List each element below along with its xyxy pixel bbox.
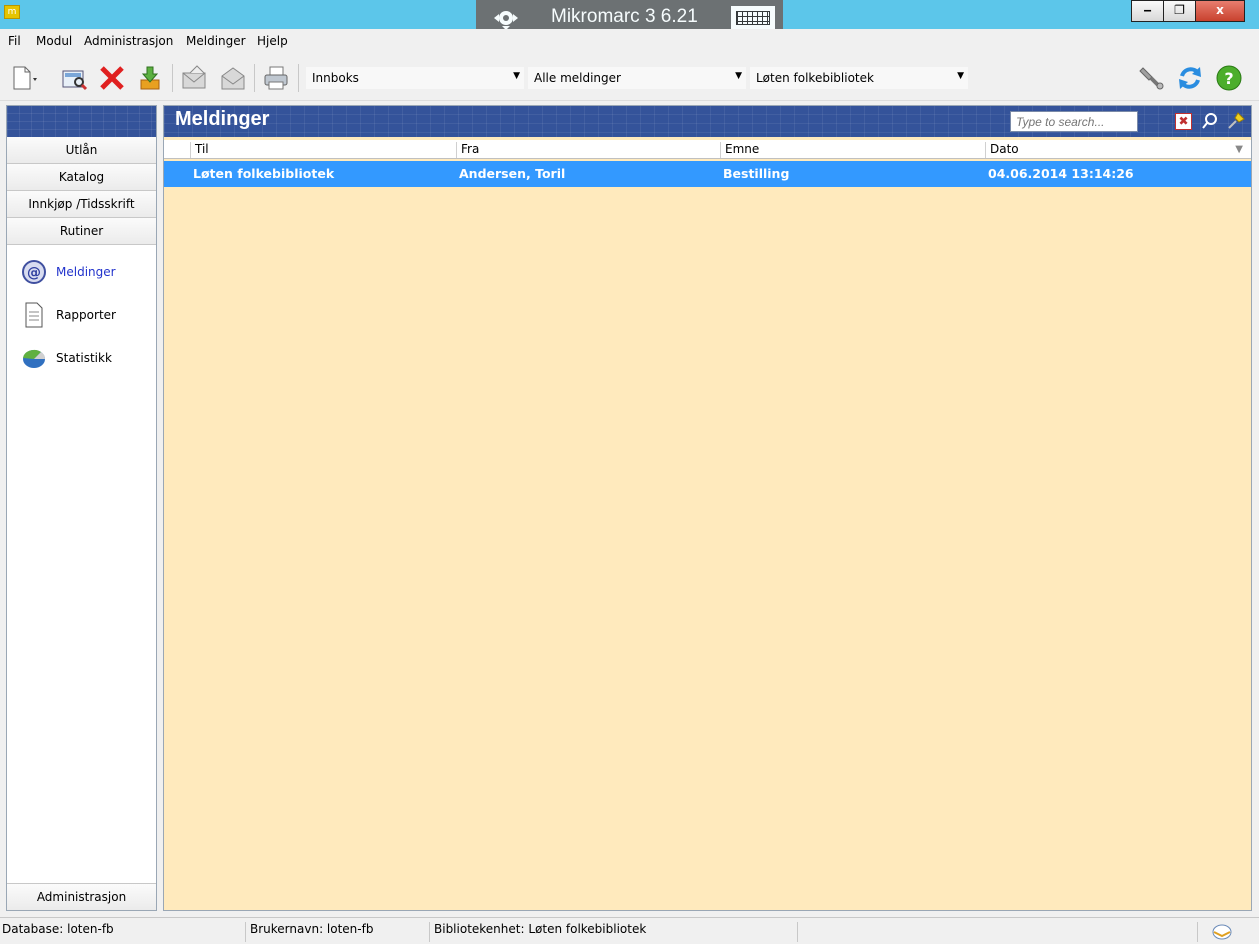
svg-text:?: ? xyxy=(1224,69,1233,88)
nav-button-rutiner[interactable]: Rutiner xyxy=(7,218,156,245)
nav-button-administrasjon[interactable]: Administrasjon xyxy=(7,883,156,910)
svg-text:@: @ xyxy=(27,265,41,281)
navigation-panel: Utlån Katalog Innkjøp /Tidsskrift Rutine… xyxy=(6,105,157,911)
download-icon[interactable] xyxy=(136,64,164,92)
maximize-button[interactable]: ❐ xyxy=(1163,0,1196,22)
move-icon[interactable] xyxy=(490,6,522,30)
menu-modul[interactable]: Modul xyxy=(36,34,72,48)
refresh-icon[interactable] xyxy=(1176,64,1204,92)
chevron-down-icon: ▼ xyxy=(513,71,520,81)
clear-search-icon[interactable]: ✖ xyxy=(1175,113,1192,130)
app-icon[interactable]: m xyxy=(4,5,20,19)
menu-fil[interactable]: Fil xyxy=(8,34,21,48)
message-filter-value: Alle meldinger xyxy=(534,71,621,85)
chevron-down-icon: ▼ xyxy=(957,71,964,81)
message-status-icon[interactable] xyxy=(1211,921,1233,941)
cell-til: Løten folkebibliotek xyxy=(193,166,335,181)
nav-button-utlan[interactable]: Utlån xyxy=(7,137,156,164)
restore-icon: ❐ xyxy=(1174,3,1185,17)
menu-bar: Fil Modul Administrasjon Meldinger Hjelp xyxy=(0,29,1259,55)
page-title: Meldinger xyxy=(175,108,270,130)
send-mail-icon[interactable] xyxy=(180,64,208,92)
cell-dato: 04.06.2014 13:14:26 xyxy=(988,166,1134,181)
column-header-emne[interactable]: Emne xyxy=(720,142,759,158)
library-select[interactable]: Løten folkebibliotek ▼ xyxy=(750,67,968,89)
nav-link-label: Meldinger xyxy=(56,265,116,279)
pin-icon[interactable] xyxy=(1226,111,1246,131)
message-filter-select[interactable]: Alle meldinger ▼ xyxy=(528,67,746,89)
chevron-down-icon: ▼ xyxy=(735,71,742,81)
search-input[interactable] xyxy=(1010,111,1138,132)
window-title: Mikromarc 3 6.21 xyxy=(551,6,698,27)
nav-button-innkjop[interactable]: Innkjøp /Tidsskrift xyxy=(7,191,156,218)
menu-meldinger[interactable]: Meldinger xyxy=(186,34,246,48)
status-user: Brukernavn: loten-fb xyxy=(248,922,430,942)
folder-select[interactable]: Innboks ▼ xyxy=(306,67,524,89)
column-header-fra[interactable]: Fra xyxy=(456,142,479,158)
toolbar: Innboks ▼ Alle meldinger ▼ Løten folkebi… xyxy=(0,55,1259,101)
status-library-unit: Bibliotekenhet: Løten folkebibliotek xyxy=(432,922,798,942)
cell-fra: Andersen, Toril xyxy=(459,166,566,181)
keyboard-icon[interactable] xyxy=(731,6,775,30)
column-header-dato[interactable]: Dato xyxy=(985,142,1019,158)
menu-administrasjon[interactable]: Administrasjon xyxy=(84,34,173,48)
sort-descending-icon[interactable]: ▼ xyxy=(1235,144,1243,155)
messages-header: Meldinger ✖ xyxy=(164,106,1251,137)
toolbar-separator xyxy=(298,64,299,92)
report-icon xyxy=(25,302,43,328)
preview-icon[interactable] xyxy=(60,64,88,92)
messages-panel: Meldinger ✖ Til Fra Emne Dato ▼ Løten fo… xyxy=(163,105,1252,911)
status-database: Database: loten-fb xyxy=(0,922,246,942)
nav-button-katalog[interactable]: Katalog xyxy=(7,164,156,191)
navigation-header xyxy=(7,106,156,137)
minimize-icon: ‒ xyxy=(1143,3,1152,17)
nav-link-label: Statistikk xyxy=(56,351,112,365)
column-header-til[interactable]: Til xyxy=(190,142,209,158)
close-icon: x xyxy=(1216,3,1224,17)
nav-link-label: Rapporter xyxy=(56,308,116,322)
open-mail-icon[interactable] xyxy=(219,64,247,92)
search-icon[interactable] xyxy=(1201,112,1219,130)
minimize-button[interactable]: ‒ xyxy=(1131,0,1164,22)
toolbar-separator xyxy=(254,64,255,92)
tools-icon[interactable] xyxy=(1138,64,1166,92)
status-empty xyxy=(800,922,1198,942)
help-icon[interactable]: ? xyxy=(1215,64,1243,92)
close-button[interactable]: x xyxy=(1195,0,1245,22)
cell-emne: Bestilling xyxy=(723,166,790,181)
statistics-icon xyxy=(23,349,46,368)
print-icon[interactable] xyxy=(262,64,290,92)
toolbar-separator xyxy=(172,64,173,92)
new-document-icon[interactable] xyxy=(10,64,38,92)
delete-icon[interactable] xyxy=(98,64,126,92)
table-row[interactable]: Løten folkebibliotek Andersen, Toril Bes… xyxy=(164,161,1251,187)
library-select-value: Løten folkebibliotek xyxy=(756,71,874,85)
menu-hjelp[interactable]: Hjelp xyxy=(257,34,288,48)
folder-select-value: Innboks xyxy=(312,71,359,85)
at-sign-icon: @ xyxy=(22,260,46,284)
table-header: Til Fra Emne Dato ▼ xyxy=(164,140,1251,159)
status-bar: Database: loten-fb Brukernavn: loten-fb … xyxy=(0,917,1259,944)
